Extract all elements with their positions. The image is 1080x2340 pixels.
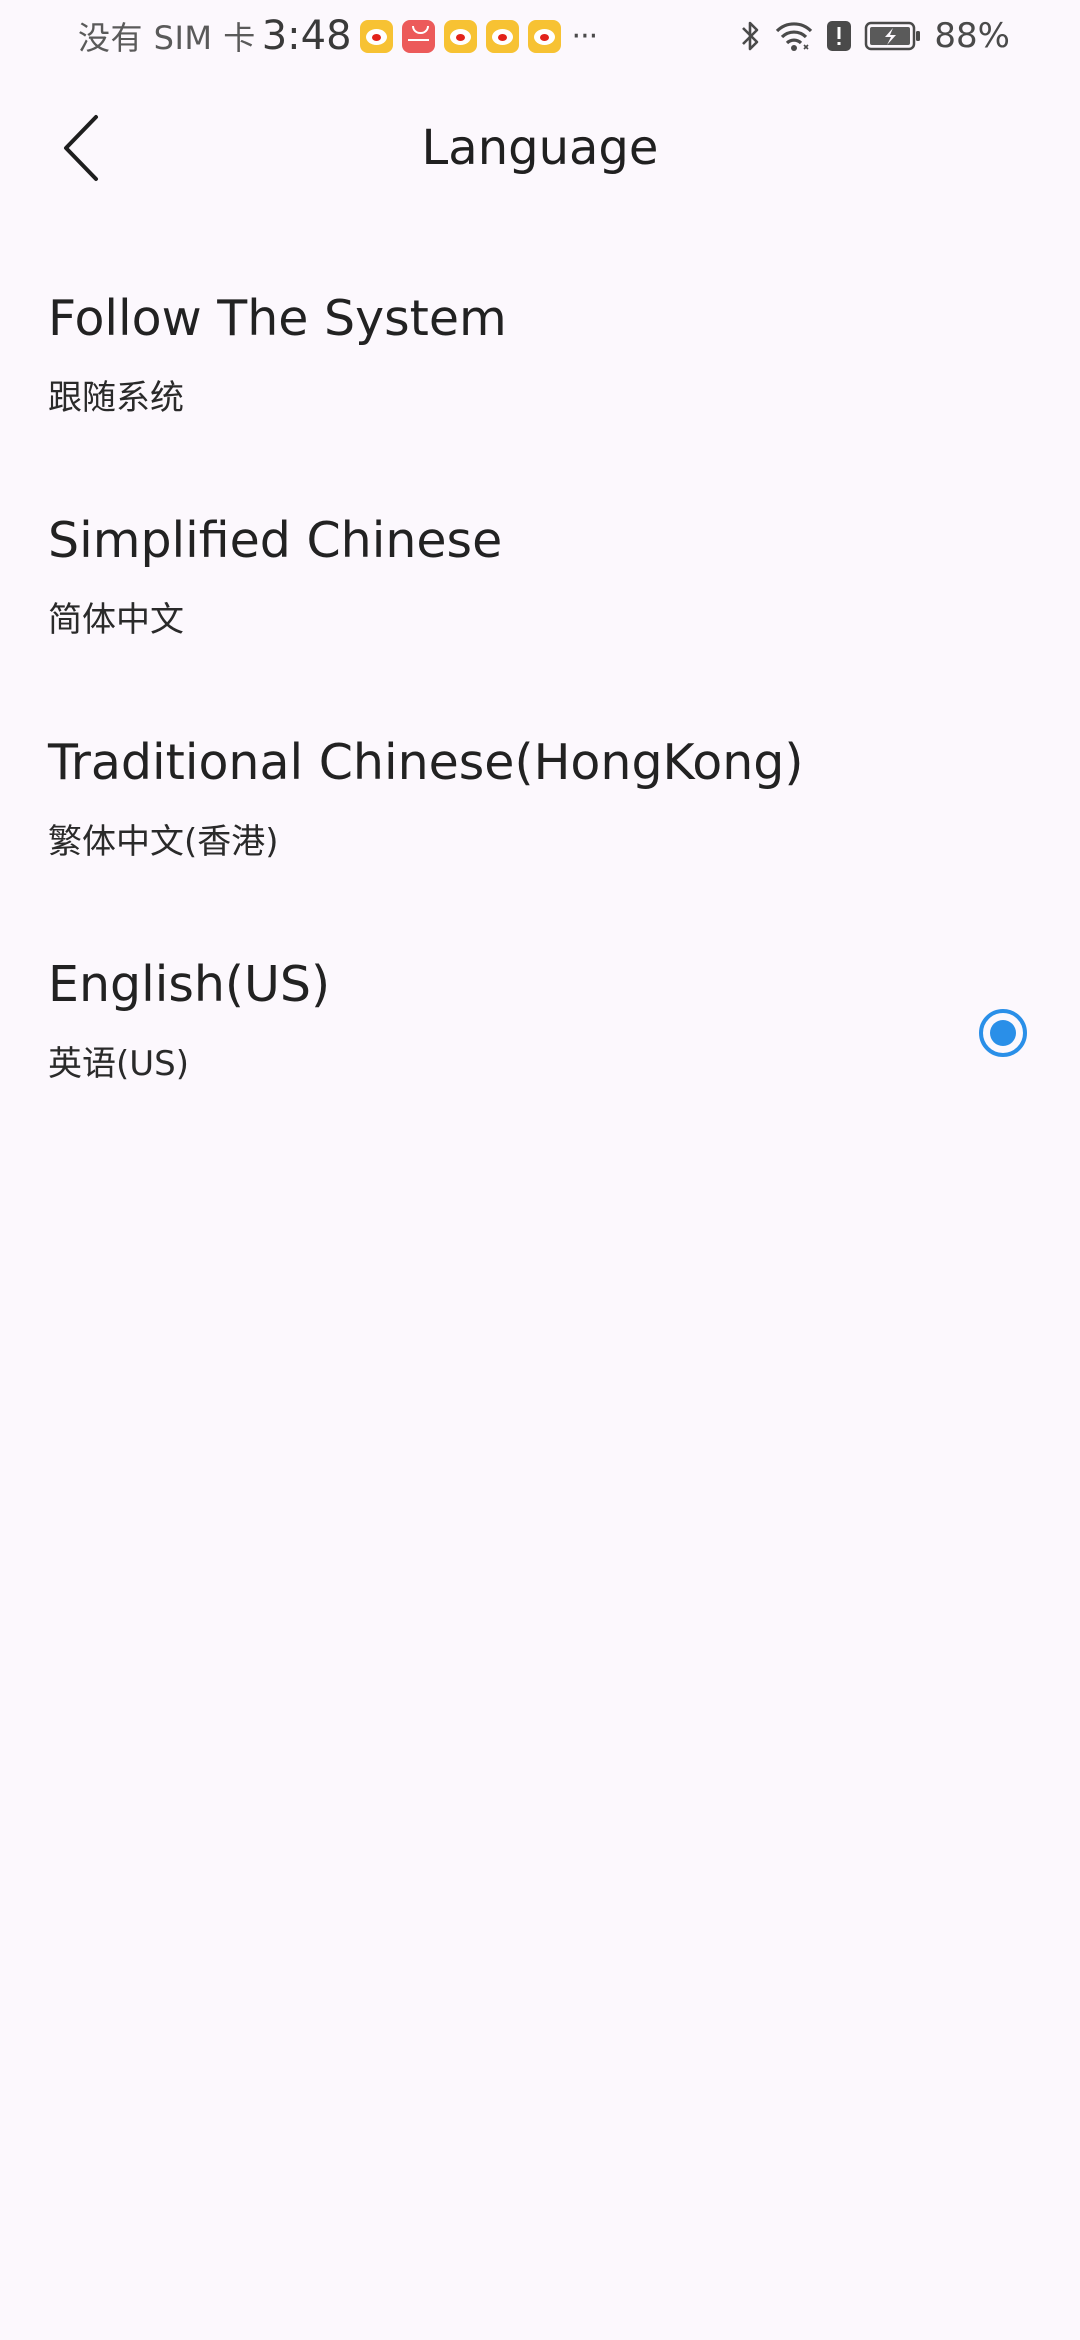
selected-radio-button[interactable] xyxy=(978,1008,1028,1058)
language-option-traditional-chinese-hk[interactable]: Traditional Chinese(HongKong) 繁体中文(香港) xyxy=(0,716,1080,938)
page-title: Language xyxy=(421,120,659,176)
carrier-label: 没有 SIM 卡 xyxy=(78,19,256,57)
weibo-icon xyxy=(527,19,561,53)
weibo-icon xyxy=(443,19,477,53)
status-bar: 没有 SIM 卡 3:48 ··· 88% xyxy=(0,0,1080,72)
status-bar-right: 88% xyxy=(728,12,1010,60)
battery-charging-icon xyxy=(864,19,922,53)
clock: 3:48 xyxy=(261,13,352,59)
language-option-follow-system[interactable]: Follow The System 跟随系统 xyxy=(0,272,1080,494)
language-native-name: 跟随系统 xyxy=(48,378,184,418)
wifi-icon xyxy=(774,19,814,53)
alert-icon xyxy=(826,19,852,53)
language-name: Simplified Chinese xyxy=(48,512,503,569)
language-native-name: 简体中文 xyxy=(48,600,184,640)
huawei-store-icon xyxy=(401,19,435,53)
app-header: Language xyxy=(0,92,1080,222)
battery-percent: 88% xyxy=(934,16,1010,56)
more-notifications-icon: ··· xyxy=(571,18,599,54)
weibo-icon xyxy=(485,19,519,53)
status-bar-left: 没有 SIM 卡 3:48 ··· xyxy=(78,12,599,60)
language-name: Traditional Chinese(HongKong) xyxy=(48,734,804,791)
radio-checked-icon xyxy=(979,1009,1027,1057)
language-list: Follow The System 跟随系统 Simplified Chines… xyxy=(0,272,1080,1160)
language-native-name: 英语(US) xyxy=(48,1044,189,1084)
language-name: English(US) xyxy=(48,956,331,1013)
bluetooth-icon xyxy=(740,19,762,53)
language-native-name: 繁体中文(香港) xyxy=(48,822,279,862)
language-name: Follow The System xyxy=(48,290,507,347)
weibo-icon xyxy=(359,19,393,53)
language-option-simplified-chinese[interactable]: Simplified Chinese 简体中文 xyxy=(0,494,1080,716)
language-option-english-us[interactable]: English(US) 英语(US) xyxy=(0,938,1080,1160)
